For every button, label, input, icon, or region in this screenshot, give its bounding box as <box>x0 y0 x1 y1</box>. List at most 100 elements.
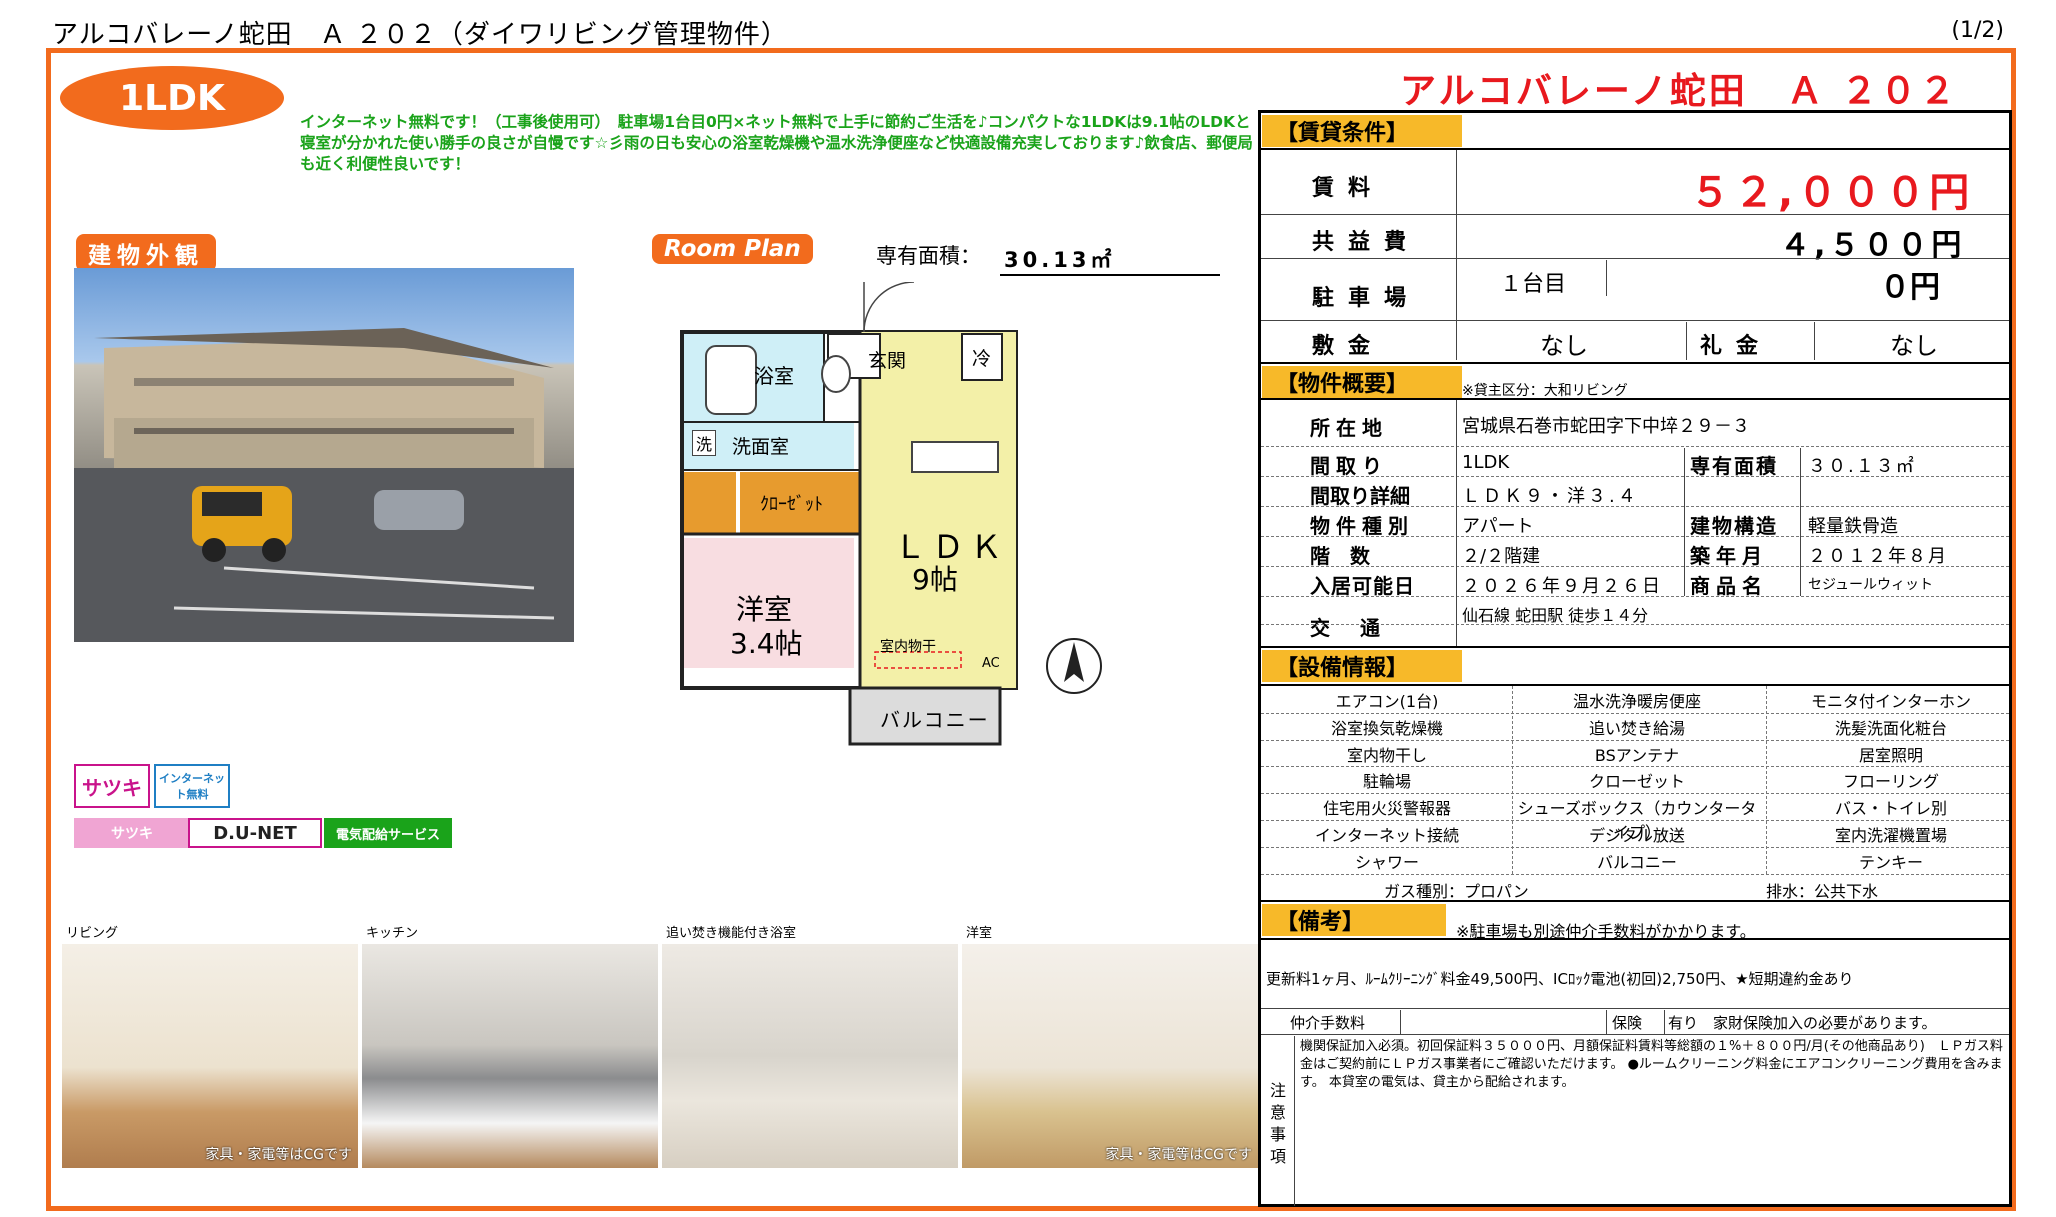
access-value: 仙石線 蛇田駅 徒歩１４分 <box>1462 606 1649 625</box>
photo-western: 家具・家電等はCGです <box>962 944 1258 1168</box>
rent-label: 賃料 <box>1312 176 1385 201</box>
floors-label: 階数 <box>1310 544 1390 568</box>
move-in-label: 入居可能日 <box>1310 574 1415 598</box>
floor-plan: 浴室 洗 洗面室 玄関 冷 ｸﾛｰｾﾞｯﾄ ＬＤＫ 9帖 洋室 3.4帖 室内物… <box>680 282 1020 758</box>
equipment-item: モニタ付インターホン <box>1810 692 1971 711</box>
equipment-item: バルコニー <box>1597 852 1677 872</box>
layout-label: 間取り <box>1310 454 1388 478</box>
washroom-label: 洗面室 <box>732 436 790 458</box>
ac-label: AC <box>982 656 1000 671</box>
cg-note: 家具・家電等はCGです <box>1105 1147 1252 1163</box>
fridge-label: 冷 <box>972 348 992 370</box>
equipment-row-divider <box>1261 793 2009 795</box>
area-value: 30.13㎡ <box>1000 244 1220 276</box>
wash-icon: 洗 <box>692 430 717 456</box>
area-label: 専有面積： <box>876 244 981 268</box>
floor-plan-walls <box>680 282 1018 746</box>
key-money-value: なし <box>1890 332 1938 360</box>
parking-note: １台目 <box>1500 272 1567 297</box>
layout-detail-label: 間取り詳細 <box>1310 484 1410 508</box>
equipment-item: エアコン(1台) <box>1335 692 1439 711</box>
equipment-item: シャワー <box>1354 852 1419 872</box>
gas-type: ガス種別：プロパン <box>1384 882 1529 901</box>
address-label: 所在地 <box>1310 416 1388 440</box>
equipment-item: 居室照明 <box>1858 745 1923 765</box>
equipment-item: 住宅用火災警報器 <box>1322 799 1451 819</box>
landlord-note: ※貸主区分：大和リビング <box>1462 383 1628 399</box>
balcony-label: バルコニー <box>880 708 990 732</box>
equipment-item: 室内物干し <box>1346 745 1427 765</box>
equipment-item: 追い焚き給湯 <box>1588 718 1685 738</box>
type-label: 物件種別 <box>1310 514 1414 538</box>
layout-badge: 1LDK <box>60 66 284 130</box>
structure-label: 建物構造 <box>1690 514 1778 538</box>
equipment-item: テンキー <box>1858 852 1923 872</box>
insurance-value: 有り 家財保険加入の必要があります。 <box>1668 1014 1937 1032</box>
satsuki-banner: サツキ <box>74 818 190 848</box>
photo-caption-living: リビング <box>66 926 119 941</box>
deposit-label: 敷金 <box>1312 334 1385 359</box>
intro-text: インターネット無料です！（工事後使用可） 駐車場1台目0円×ネット無料で上手に節… <box>300 113 1253 173</box>
equipment-item: バス・トイレ別 <box>1834 799 1947 819</box>
equipment-item: クローゼット <box>1588 772 1685 792</box>
equipment-item: 洗髪洗面化粧台 <box>1834 718 1947 738</box>
renewal-terms: 更新料1ヶ月、ﾙｰﾑｸﾘｰﾆﾝｸﾞ料金49,500円、ICﾛｯｸ電池(初回)2,… <box>1266 970 1854 988</box>
western-room-size: 3.4帖 <box>730 627 803 660</box>
caution-text: 機関保証加入必須。初回保証料３５０００円、月額保証料賃料等総額の１%＋８００円/… <box>1300 1039 2003 1090</box>
equipment-item: 温水洗浄暖房便座 <box>1572 692 1701 711</box>
photo-living: 家具・家電等はCGです <box>62 944 358 1168</box>
entrance-label: 玄関 <box>868 350 907 372</box>
equipment-item: 室内洗濯機置場 <box>1834 826 1947 845</box>
equipment-row-divider <box>1261 820 2009 821</box>
bath-label: 浴室 <box>754 364 794 388</box>
address-value: 宮城県石巻市蛇田字下中埣２９－３ <box>1462 416 1750 437</box>
equipment-item: インターネット接続 <box>1314 826 1459 845</box>
rent-value: ５２,０００円 <box>1690 170 1974 216</box>
drain-type: 排水：公共下水 <box>1766 882 1879 901</box>
photo-caption-kitchen: キッチン <box>366 926 419 941</box>
document-title: アルコバレーノ蛇田 Ａ ２０２（ダイワリビング管理物件） <box>52 20 788 50</box>
area-value-table: ３０.１３㎡ <box>1808 456 1916 477</box>
area-label-table: 専有面積 <box>1690 454 1778 478</box>
equipment-item: デジタル放送 <box>1589 826 1685 845</box>
property-name: アルコバレーノ蛇田 Ａ ２０２ <box>1400 71 1959 112</box>
built-label: 築年月 <box>1690 544 1768 568</box>
caution-label: 注意事項 <box>1270 1081 1287 1166</box>
section-rent-terms: 【賃貸条件】 <box>1262 115 1462 147</box>
structure-value: 軽量鉄骨造 <box>1808 516 1898 537</box>
floors-value: ２/２階建 <box>1462 546 1541 567</box>
equipment-item: 駐輪場 <box>1362 772 1411 792</box>
exterior-photo <box>74 268 574 642</box>
photo-caption-bath: 追い焚き機能付き浴室 <box>666 926 797 941</box>
ldk-size: 9帖 <box>912 563 958 596</box>
equipment-row-divider <box>1261 766 2009 768</box>
equipment-row-divider <box>1261 739 2009 741</box>
equipment-row-divider <box>1261 846 2009 848</box>
layout-value: 1LDK <box>1462 452 1510 473</box>
parking-label: 駐車場 <box>1312 286 1421 311</box>
brokerage-fee-label: 仲介手数料 <box>1290 1014 1366 1032</box>
drying-label: 室内物干 <box>880 639 936 655</box>
room-plan-label: Room Plan <box>652 234 813 264</box>
insurance-label: 保険 <box>1612 1014 1643 1032</box>
product-label: 商品名 <box>1690 574 1768 598</box>
north-arrow-icon <box>1046 638 1102 694</box>
photo-caption-western: 洋室 <box>966 926 993 941</box>
satsuki-logo: サツキ <box>74 764 150 808</box>
parking-value: ０円 <box>1880 270 1940 305</box>
electric-service-logo: 電気配給サービス <box>324 818 452 848</box>
closet-label: ｸﾛｰｾﾞｯﾄ <box>760 494 823 515</box>
cg-note: 家具・家電等はCGです <box>205 1147 352 1163</box>
layout-detail-value: ＬＤＫ９・洋３.４ <box>1462 486 1639 507</box>
dunet-logo: D.U-NET <box>188 818 322 848</box>
equipment-item: 浴室換気乾燥機 <box>1330 718 1443 738</box>
product-value: セジュールウィット <box>1808 577 1934 593</box>
exterior-label: 建物外観 <box>76 234 216 272</box>
move-in-value: ２０２６年９月２６日 <box>1462 576 1662 597</box>
section-equipment: 【設備情報】 <box>1262 650 1462 682</box>
type-value: アパート <box>1462 516 1534 537</box>
equipment-row-divider <box>1261 712 2009 714</box>
photo-bath <box>662 944 958 1168</box>
building-illustration <box>74 328 574 642</box>
internet-free-logo: インターネット無料 <box>154 764 230 808</box>
